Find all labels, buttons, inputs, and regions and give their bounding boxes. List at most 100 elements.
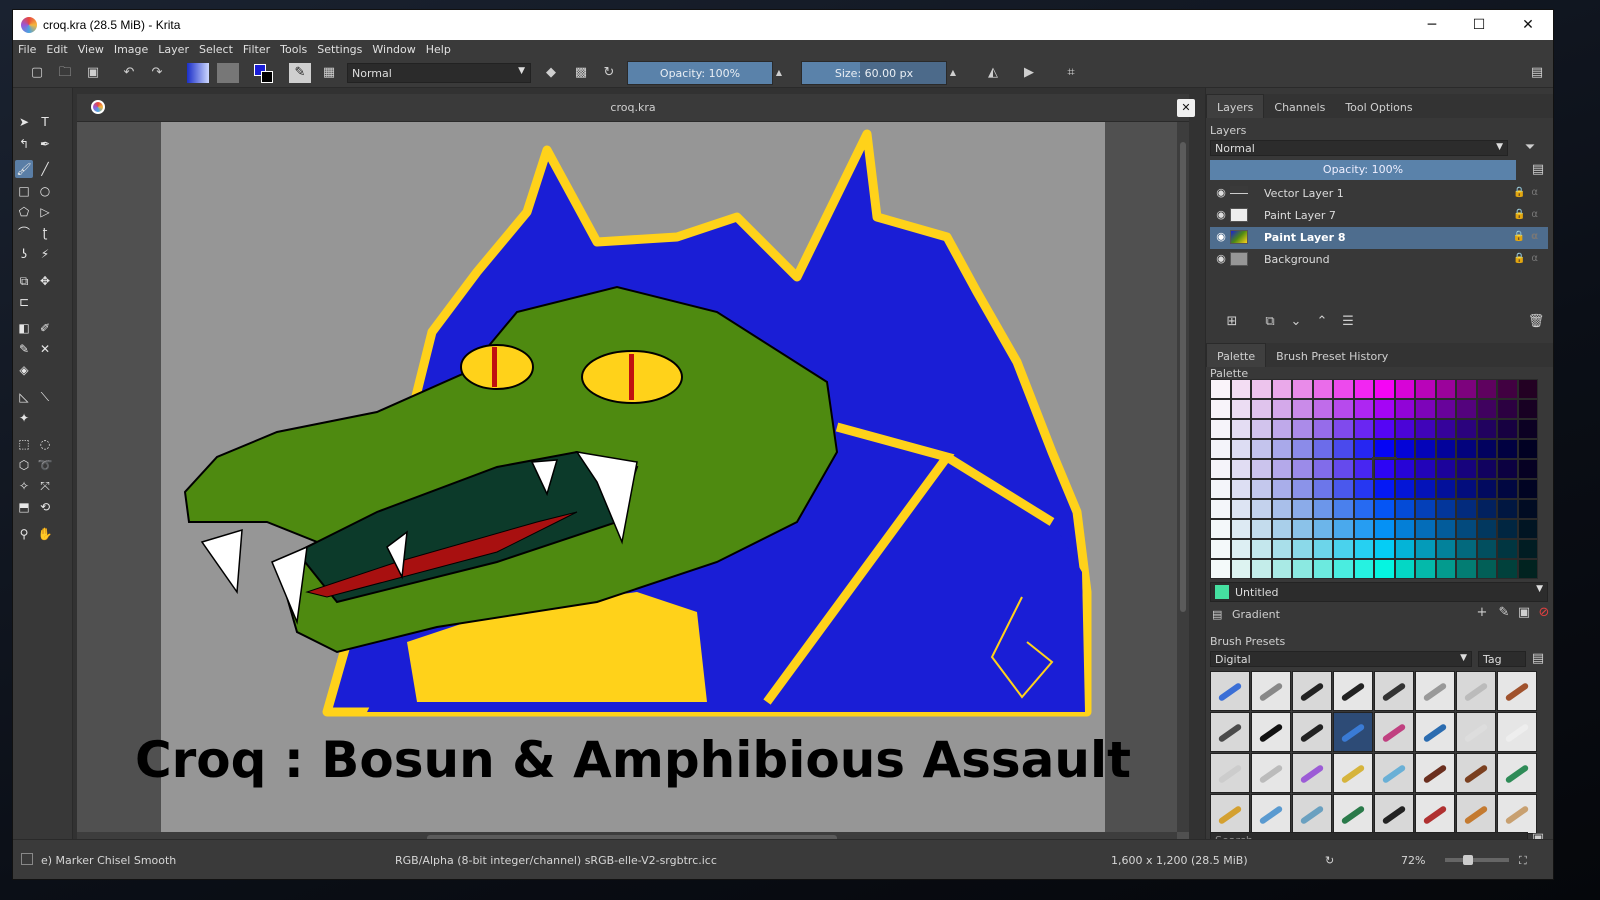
palette-swatch[interactable] xyxy=(1394,379,1415,399)
palette-swatch[interactable] xyxy=(1292,459,1313,479)
brush-preset-item[interactable] xyxy=(1292,712,1332,752)
menu-settings[interactable]: Settings xyxy=(312,40,367,56)
palette-swatch[interactable] xyxy=(1435,519,1456,539)
palette-swatch[interactable] xyxy=(1251,559,1272,579)
palette-swatch[interactable] xyxy=(1476,379,1497,399)
palette-swatch[interactable] xyxy=(1292,559,1313,579)
palette-swatch[interactable] xyxy=(1497,399,1518,419)
palette-swatch[interactable] xyxy=(1394,459,1415,479)
palette-swatch[interactable] xyxy=(1517,479,1538,499)
visibility-eye-icon[interactable]: ◉ xyxy=(1214,230,1228,244)
freehand-brush-icon[interactable]: 🖌 xyxy=(15,160,33,178)
zoom-tool-icon[interactable]: ⚲ xyxy=(15,525,33,543)
visibility-eye-icon[interactable]: ◉ xyxy=(1214,208,1228,222)
move-layer-up-icon[interactable]: ⌃ xyxy=(1312,312,1332,332)
menu-layer[interactable]: Layer xyxy=(153,40,194,56)
line-tool-icon[interactable]: ╱ xyxy=(36,160,54,178)
contiguous-select-icon[interactable]: ✧ xyxy=(15,477,33,495)
mirror-vertical-icon[interactable]: ▶ xyxy=(1019,63,1039,83)
palette-swatch[interactable] xyxy=(1456,419,1477,439)
palette-swatch[interactable] xyxy=(1271,399,1292,419)
gradient-selector[interactable] xyxy=(187,63,209,83)
palette-swatch[interactable] xyxy=(1210,459,1231,479)
palette-swatch[interactable] xyxy=(1517,499,1538,519)
reference-tool-icon[interactable]: ⟍ xyxy=(36,388,54,406)
layer-row-selected[interactable]: ◉ Paint Layer 8 🔒α xyxy=(1210,227,1548,249)
undo-icon[interactable]: ↶ xyxy=(119,63,139,83)
palette-swatch[interactable] xyxy=(1251,539,1272,559)
palette-swatch[interactable] xyxy=(1333,399,1354,419)
palette-swatch[interactable] xyxy=(1476,499,1497,519)
brush-preset-item[interactable] xyxy=(1210,712,1250,752)
color-picker-icon[interactable]: ✐ xyxy=(36,319,54,337)
menu-help[interactable]: Help xyxy=(421,40,456,56)
multibrush-icon[interactable]: ⚡ xyxy=(36,245,54,263)
palette-swatch[interactable] xyxy=(1456,519,1477,539)
blend-mode-select[interactable]: Normal ▼ xyxy=(347,63,531,83)
delete-layer-icon[interactable]: 🗑 xyxy=(1526,312,1546,332)
maximize-button[interactable]: ☐ xyxy=(1456,10,1502,40)
dynamic-brush-icon[interactable]: ʖ xyxy=(15,245,33,263)
brush-preset-item[interactable] xyxy=(1251,671,1291,711)
brush-preset-item[interactable] xyxy=(1333,671,1373,711)
crop-tool-icon[interactable]: ⊏ xyxy=(15,293,33,311)
visibility-eye-icon[interactable]: ◉ xyxy=(1214,186,1228,200)
palette-swatch[interactable] xyxy=(1435,459,1456,479)
layer-lock-icons[interactable]: 🔒α xyxy=(1513,209,1544,220)
menu-edit[interactable]: Edit xyxy=(41,40,72,56)
ellipse-select-icon[interactable]: ◌ xyxy=(36,435,54,453)
palette-swatch[interactable] xyxy=(1353,539,1374,559)
select-shapes-icon[interactable]: ➤ xyxy=(15,113,33,131)
size-slider[interactable]: Size: 60.00 px xyxy=(801,61,947,85)
palette-swatch[interactable] xyxy=(1374,519,1395,539)
close-button[interactable]: ✕ xyxy=(1505,10,1551,40)
palette-swatch[interactable] xyxy=(1353,519,1374,539)
palette-swatch[interactable] xyxy=(1353,439,1374,459)
palette-swatch[interactable] xyxy=(1271,519,1292,539)
palette-swatch[interactable] xyxy=(1497,379,1518,399)
brush-preset-item[interactable] xyxy=(1292,753,1332,793)
palette-swatch[interactable] xyxy=(1456,539,1477,559)
brush-preset-item[interactable] xyxy=(1374,712,1414,752)
palette-swatch[interactable] xyxy=(1456,559,1477,579)
palette-swatch[interactable] xyxy=(1251,439,1272,459)
opacity-slider[interactable]: Opacity: 100% xyxy=(627,61,773,85)
palette-swatch[interactable] xyxy=(1517,419,1538,439)
menu-select[interactable]: Select xyxy=(194,40,238,56)
palette-swatch[interactable] xyxy=(1271,419,1292,439)
brush-preset-item[interactable] xyxy=(1497,712,1537,752)
edit-shapes-icon[interactable]: ↰ xyxy=(15,135,33,153)
move-tool-icon[interactable]: ✥ xyxy=(36,272,54,290)
tag-button[interactable]: Tag xyxy=(1478,651,1526,667)
palette-swatch[interactable] xyxy=(1435,399,1456,419)
palette-swatch[interactable] xyxy=(1251,479,1272,499)
filter-icon[interactable]: ⏷ xyxy=(1520,138,1540,158)
palette-swatch[interactable] xyxy=(1271,459,1292,479)
transform-tool-icon[interactable]: ⧉ xyxy=(15,272,33,290)
close-document-button[interactable]: ✕ xyxy=(1177,99,1195,117)
palette-swatch[interactable] xyxy=(1333,459,1354,479)
palette-swatch[interactable] xyxy=(1210,539,1231,559)
palette-swatch[interactable] xyxy=(1394,439,1415,459)
palette-swatch[interactable] xyxy=(1415,559,1436,579)
redo-icon[interactable]: ↷ xyxy=(147,63,167,83)
palette-swatch[interactable] xyxy=(1497,519,1518,539)
measure-tool-icon[interactable]: ◺ xyxy=(15,388,33,406)
palette-swatch[interactable] xyxy=(1312,479,1333,499)
palette-swatch[interactable] xyxy=(1456,499,1477,519)
layer-row[interactable]: ◉ Paint Layer 7 🔒α xyxy=(1210,205,1548,227)
palette-swatch[interactable] xyxy=(1374,439,1395,459)
eraser-mode-icon[interactable]: ◆ xyxy=(541,63,561,83)
brush-preset-item[interactable] xyxy=(1333,753,1373,793)
brush-preset-item[interactable] xyxy=(1251,712,1291,752)
palette-swatch[interactable] xyxy=(1353,379,1374,399)
palette-swatch[interactable] xyxy=(1271,439,1292,459)
fit-to-view-icon[interactable]: ⛶ xyxy=(1519,854,1527,868)
brush-preset-item[interactable] xyxy=(1374,671,1414,711)
assistant-tool-icon[interactable]: ✕ xyxy=(36,340,54,358)
palette-swatch[interactable] xyxy=(1353,559,1374,579)
brush-preset-item[interactable] xyxy=(1456,671,1496,711)
palette-swatch[interactable] xyxy=(1333,439,1354,459)
palette-swatch[interactable] xyxy=(1517,559,1538,579)
zoom-slider-handle[interactable] xyxy=(1463,855,1473,865)
